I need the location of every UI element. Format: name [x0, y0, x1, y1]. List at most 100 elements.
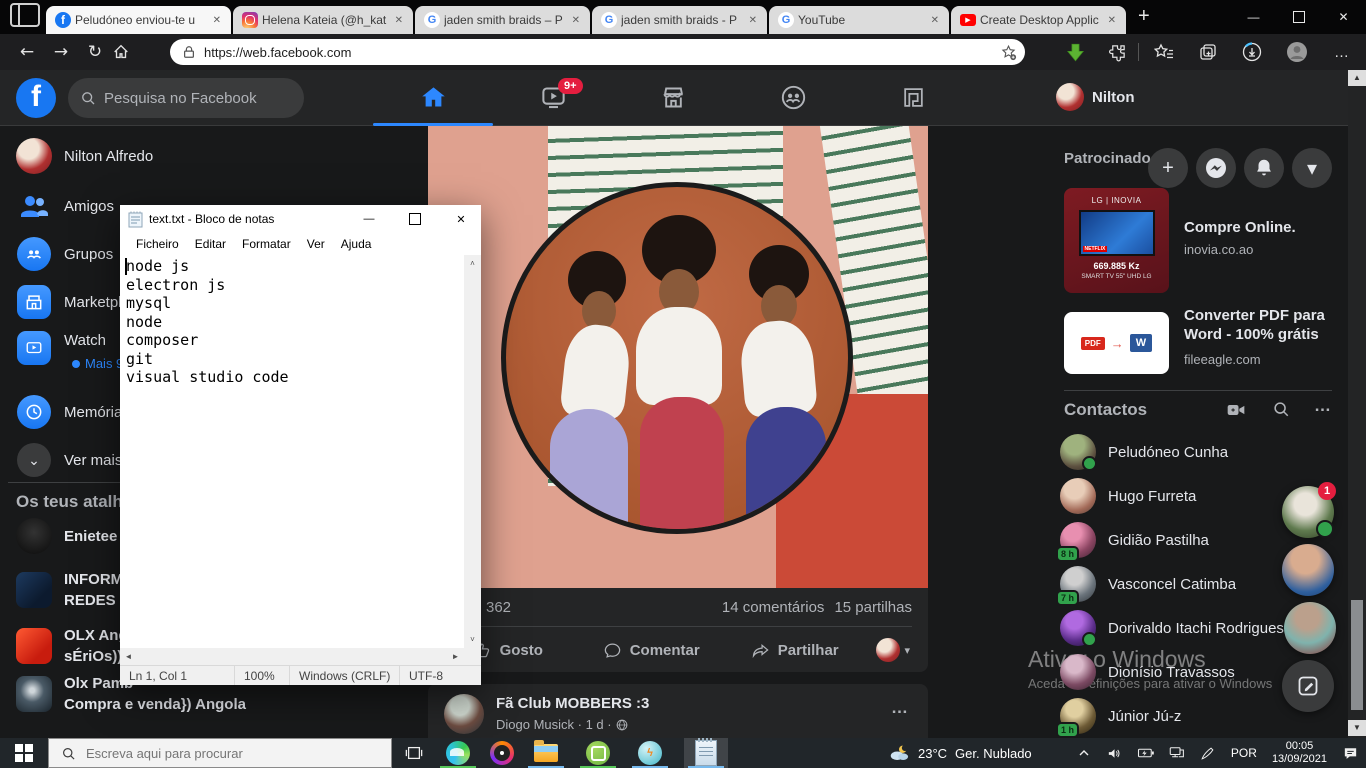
- collections-icon[interactable]: [1198, 42, 1218, 62]
- ad-image-pdf-word[interactable]: PDF → W: [1064, 312, 1169, 374]
- taskbar-search[interactable]: [48, 738, 392, 768]
- download-manager-extension-icon[interactable]: [1066, 43, 1085, 62]
- refresh-icon[interactable]: ↻: [78, 42, 112, 62]
- scroll-up-icon[interactable]: ▲: [1348, 70, 1366, 86]
- browser-tab-search-1[interactable]: G jaden smith braids – P ✕: [415, 6, 590, 34]
- menu-editar[interactable]: Editar: [187, 237, 234, 251]
- browser-tab-facebook[interactable]: f Peludóneo enviou-te u ✕: [46, 6, 231, 34]
- contacts-search-icon[interactable]: [1272, 400, 1290, 418]
- tab-watch[interactable]: 9+: [493, 70, 613, 124]
- tray-expand-icon[interactable]: [1072, 747, 1096, 759]
- taskbar-weather[interactable]: 23°C Ger. Nublado: [888, 744, 1032, 762]
- scroll-down-icon[interactable]: ˅: [464, 631, 481, 648]
- address-bar[interactable]: https://web.facebook.com: [170, 39, 1025, 65]
- post-photo[interactable]: [428, 126, 928, 588]
- messenger-button[interactable]: [1196, 148, 1236, 188]
- workspaces-icon[interactable]: [10, 3, 40, 27]
- tab-gaming[interactable]: [853, 70, 973, 124]
- share-count[interactable]: 15 partilhas: [834, 599, 912, 616]
- browser-menu-icon[interactable]: …: [1334, 44, 1350, 61]
- notepad-window[interactable]: text.txt - Bloco de notas — ✕ Ficheiro E…: [120, 205, 481, 685]
- chat-head[interactable]: [1284, 602, 1336, 654]
- page-scrollbar[interactable]: ▲ ▼: [1348, 70, 1366, 738]
- action-center-icon[interactable]: [1338, 745, 1362, 762]
- task-view-button[interactable]: [392, 738, 436, 768]
- scroll-up-icon[interactable]: ˄: [464, 255, 481, 272]
- ad-image-lg-tv[interactable]: LG | INOVIA NETFLIX 669.885 Kz SMART TV …: [1064, 188, 1169, 293]
- scrollbar-thumb[interactable]: [1351, 600, 1363, 710]
- notepad-maximize-button[interactable]: [395, 205, 435, 233]
- notepad-text-area[interactable]: node js electron js mysql node composer …: [120, 255, 464, 648]
- extensions-puzzle-icon[interactable]: [1108, 43, 1127, 62]
- browser-tab-youtube[interactable]: G YouTube ✕: [769, 6, 949, 34]
- notepad-close-button[interactable]: ✕: [441, 205, 481, 233]
- share-button[interactable]: Partilhar: [723, 634, 866, 666]
- taskbar-app-edge[interactable]: [436, 738, 480, 768]
- browser-home-icon[interactable]: [112, 43, 146, 61]
- tab-close-icon[interactable]: ✕: [391, 13, 407, 28]
- facebook-search[interactable]: Pesquisa no Facebook: [68, 78, 304, 118]
- notepad-title-bar[interactable]: text.txt - Bloco de notas — ✕: [120, 205, 481, 233]
- menu-ajuda[interactable]: Ajuda: [333, 237, 380, 251]
- chat-head[interactable]: 1: [1282, 486, 1334, 538]
- taskbar-app-notepad[interactable]: [684, 738, 728, 768]
- browser-tab-instagram[interactable]: Helena Kateia (@h_kat ✕: [233, 6, 413, 34]
- ad-domain[interactable]: fileeagle.com: [1184, 352, 1261, 367]
- taskbar-app-file-explorer[interactable]: [524, 738, 568, 768]
- taskbar-app-media[interactable]: [480, 738, 524, 768]
- menu-formatar[interactable]: Formatar: [234, 237, 299, 251]
- network-icon[interactable]: [1165, 745, 1189, 761]
- profile-chip[interactable]: Nilton: [1056, 83, 1135, 111]
- ad-headline[interactable]: Converter PDF para Word - 100% grátis: [1184, 306, 1336, 344]
- menu-ficheiro[interactable]: Ficheiro: [128, 237, 187, 251]
- new-room-icon[interactable]: [1226, 400, 1246, 420]
- browser-tab-search-2[interactable]: G jaden smith braids - P ✕: [592, 6, 767, 34]
- tab-home[interactable]: [373, 70, 493, 124]
- tab-close-icon[interactable]: ✕: [209, 13, 225, 28]
- scroll-right-icon[interactable]: ►: [447, 648, 464, 665]
- forward-icon[interactable]: →: [44, 42, 78, 62]
- notepad-vertical-scrollbar[interactable]: ˄ ˅: [464, 255, 481, 648]
- create-button[interactable]: +: [1148, 148, 1188, 188]
- ad-headline[interactable]: Compre Online.: [1184, 218, 1336, 237]
- post-menu-icon[interactable]: …: [891, 698, 910, 718]
- downloads-icon[interactable]: [1242, 42, 1262, 62]
- add-favorite-star-icon[interactable]: [1000, 44, 1017, 61]
- url-text[interactable]: https://web.facebook.com: [204, 45, 1000, 60]
- window-maximize-button[interactable]: [1276, 0, 1321, 34]
- notepad-minimize-button[interactable]: —: [349, 205, 389, 233]
- power-battery-icon[interactable]: [1134, 746, 1158, 760]
- taskbar-app-teal[interactable]: ϟ: [628, 738, 672, 768]
- group-avatar[interactable]: [444, 694, 484, 734]
- menu-ver[interactable]: Ver: [299, 237, 333, 251]
- contact-row[interactable]: Peludóneo Cunha: [1052, 430, 1342, 474]
- start-button[interactable]: [0, 738, 48, 768]
- share-as-profile[interactable]: ▾: [866, 638, 920, 662]
- taskbar-app-green[interactable]: [576, 738, 620, 768]
- pen-icon[interactable]: [1196, 745, 1220, 762]
- tab-close-icon[interactable]: ✕: [745, 13, 761, 28]
- new-message-button[interactable]: [1282, 660, 1334, 712]
- sidebar-item-profile[interactable]: Nilton Alfredo: [8, 134, 308, 178]
- notepad-horizontal-scrollbar[interactable]: ◄ ►: [120, 648, 464, 665]
- browser-profile-avatar[interactable]: [1286, 41, 1308, 63]
- language-indicator[interactable]: POR: [1227, 746, 1261, 760]
- scroll-down-icon[interactable]: ▼: [1348, 720, 1366, 736]
- favorites-list-icon[interactable]: [1154, 42, 1174, 62]
- comment-button[interactable]: Comentar: [579, 634, 722, 666]
- window-minimize-button[interactable]: —: [1231, 0, 1276, 34]
- taskbar-search-input[interactable]: [84, 745, 368, 762]
- taskbar-clock[interactable]: 00:05 13/09/2021: [1268, 740, 1331, 766]
- tab-close-icon[interactable]: ✕: [568, 13, 584, 28]
- back-icon[interactable]: ←: [10, 42, 44, 62]
- chat-head[interactable]: [1282, 544, 1334, 596]
- facebook-logo[interactable]: f: [16, 78, 56, 118]
- comment-count[interactable]: 14 comentários: [722, 599, 825, 616]
- ad-domain[interactable]: inovia.co.ao: [1184, 242, 1253, 257]
- contacts-menu-icon[interactable]: …: [1314, 396, 1333, 416]
- window-close-button[interactable]: ✕: [1321, 0, 1366, 34]
- browser-tab-create-desktop[interactable]: ▶ Create Desktop Applic ✕: [951, 6, 1126, 34]
- group-name[interactable]: Fã Club MOBBERS :3: [496, 695, 649, 712]
- tab-close-icon[interactable]: ✕: [927, 13, 943, 28]
- account-menu-button[interactable]: ▾: [1292, 148, 1332, 188]
